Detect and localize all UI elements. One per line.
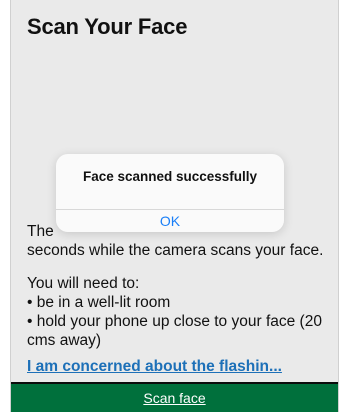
instructions: The seconds while the camera scans your … [27,222,327,350]
app-screen: Scan Your Face The seconds while the cam… [10,0,339,412]
scan-face-button[interactable]: Scan face [11,382,338,412]
alert-ok-button[interactable]: OK [56,210,284,232]
needs-heading: You will need to: [27,275,140,292]
intro-fragment: The [27,223,54,240]
success-alert: Face scanned successfully OK [56,154,284,232]
need-item-distance: • hold your phone up close to your face … [27,313,322,349]
page-title: Scan Your Face [27,14,188,39]
intro-rest: seconds while the camera scans your face… [27,242,324,259]
alert-message: Face scanned successfully [82,169,258,184]
flashing-concern-link[interactable]: I am concerned about the flashin... [27,358,332,376]
need-item-light: • be in a well-lit room [27,294,171,311]
